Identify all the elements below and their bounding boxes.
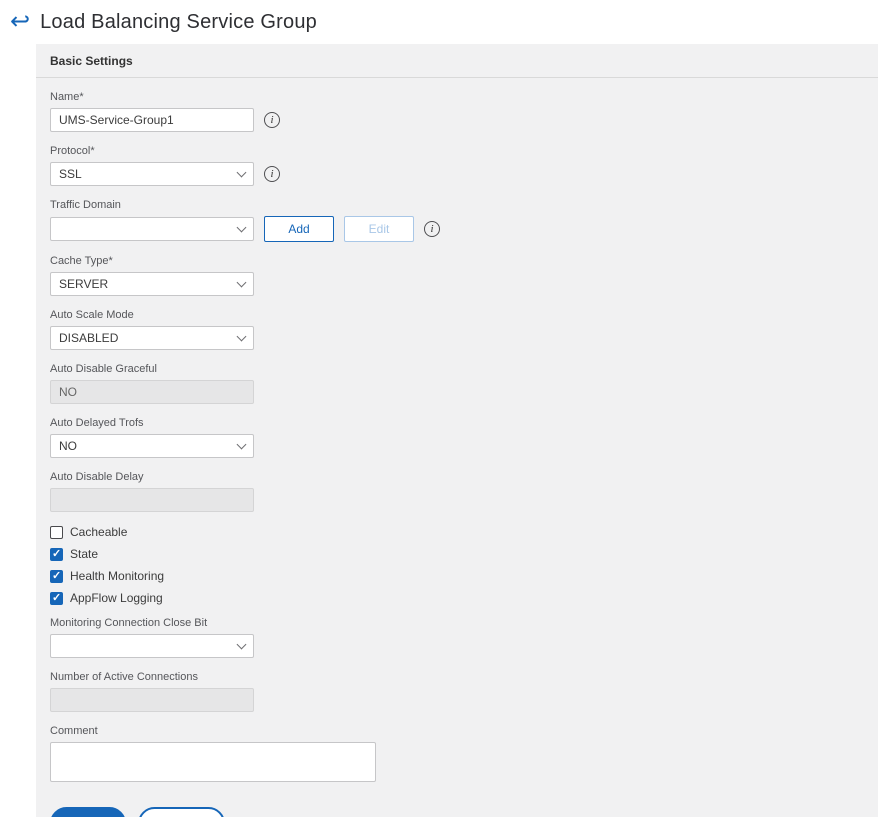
cache-type-selected-value: SERVER bbox=[59, 277, 109, 291]
field-protocol: Protocol* SSL i bbox=[50, 145, 864, 186]
cancel-button[interactable]: Cancel bbox=[138, 807, 226, 817]
appflow-logging-checkbox-label: AppFlow Logging bbox=[70, 591, 163, 605]
auto-delayed-trofs-label: Auto Delayed Trofs bbox=[50, 417, 144, 429]
chevron-down-icon bbox=[236, 639, 247, 649]
panel-header: Basic Settings bbox=[36, 44, 878, 78]
chevron-down-icon bbox=[236, 439, 247, 449]
cacheable-checkbox[interactable] bbox=[50, 525, 63, 539]
name-info-icon[interactable]: i bbox=[264, 112, 280, 128]
auto-scale-mode-selected-value: DISABLED bbox=[59, 331, 119, 345]
chevron-down-icon bbox=[236, 222, 247, 232]
panel-body: Name* i Protocol* SSL i Traffic Domain bbox=[36, 78, 878, 817]
field-name: Name* i bbox=[50, 91, 864, 132]
footer-actions: OK Cancel bbox=[50, 807, 864, 817]
protocol-select[interactable]: SSL bbox=[50, 162, 254, 186]
field-auto-delayed-trofs: Auto Delayed Trofs NO bbox=[50, 417, 864, 458]
traffic-domain-label: Traffic Domain bbox=[50, 199, 121, 211]
state-checkbox[interactable] bbox=[50, 547, 63, 561]
field-traffic-domain: Traffic Domain Add Edit i bbox=[50, 199, 864, 242]
state-checkbox-row[interactable]: State bbox=[50, 547, 864, 561]
monitoring-connection-close-bit-select[interactable] bbox=[50, 634, 254, 658]
auto-delayed-trofs-select[interactable]: NO bbox=[50, 434, 254, 458]
cacheable-checkbox-label: Cacheable bbox=[70, 525, 128, 539]
field-auto-scale-mode: Auto Scale Mode DISABLED bbox=[50, 309, 864, 350]
protocol-selected-value: SSL bbox=[59, 167, 82, 181]
auto-disable-graceful-label: Auto Disable Graceful bbox=[50, 363, 157, 375]
field-comment: Comment bbox=[50, 725, 864, 787]
ok-button[interactable]: OK bbox=[50, 807, 126, 817]
chevron-down-icon bbox=[236, 277, 247, 287]
monitoring-connection-close-bit-label: Monitoring Connection Close Bit bbox=[50, 617, 208, 629]
cacheable-checkbox-row[interactable]: Cacheable bbox=[50, 525, 864, 539]
auto-disable-graceful-input: NO bbox=[50, 380, 254, 404]
add-button[interactable]: Add bbox=[264, 216, 334, 242]
auto-disable-graceful-value: NO bbox=[59, 385, 77, 399]
appflow-logging-checkbox[interactable] bbox=[50, 591, 63, 605]
field-monitoring-connection-close-bit: Monitoring Connection Close Bit bbox=[50, 617, 864, 658]
number-of-active-connections-label: Number of Active Connections bbox=[50, 671, 198, 683]
traffic-domain-select[interactable] bbox=[50, 217, 254, 241]
state-checkbox-label: State bbox=[70, 547, 99, 561]
back-arrow-icon[interactable]: ↩ bbox=[10, 10, 30, 34]
name-input[interactable] bbox=[50, 108, 254, 132]
auto-disable-delay-label: Auto Disable Delay bbox=[50, 471, 144, 483]
field-number-of-active-connections: Number of Active Connections bbox=[50, 671, 864, 712]
chevron-down-icon bbox=[236, 167, 247, 177]
checkbox-group: Cacheable State Health Monitoring AppFlo… bbox=[50, 525, 864, 605]
basic-settings-panel: Basic Settings Name* i Protocol* SSL i T… bbox=[36, 44, 878, 817]
auto-scale-mode-select[interactable]: DISABLED bbox=[50, 326, 254, 350]
edit-button: Edit bbox=[344, 216, 414, 242]
cache-type-select[interactable]: SERVER bbox=[50, 272, 254, 296]
field-auto-disable-graceful: Auto Disable Graceful NO bbox=[50, 363, 864, 404]
page-header: ↩ Load Balancing Service Group bbox=[10, 10, 317, 34]
traffic-domain-info-icon[interactable]: i bbox=[424, 221, 440, 237]
protocol-info-icon[interactable]: i bbox=[264, 166, 280, 182]
protocol-label: Protocol* bbox=[50, 145, 95, 157]
auto-delayed-trofs-selected-value: NO bbox=[59, 439, 77, 453]
health-monitoring-checkbox-label: Health Monitoring bbox=[70, 569, 165, 583]
health-monitoring-checkbox-row[interactable]: Health Monitoring bbox=[50, 569, 864, 583]
number-of-active-connections-input bbox=[50, 688, 254, 712]
chevron-down-icon bbox=[236, 331, 247, 341]
field-cache-type: Cache Type* SERVER bbox=[50, 255, 864, 296]
appflow-logging-checkbox-row[interactable]: AppFlow Logging bbox=[50, 591, 864, 605]
health-monitoring-checkbox[interactable] bbox=[50, 569, 63, 583]
auto-scale-mode-label: Auto Scale Mode bbox=[50, 309, 134, 321]
auto-disable-delay-input bbox=[50, 488, 254, 512]
field-auto-disable-delay: Auto Disable Delay bbox=[50, 471, 864, 512]
comment-textarea[interactable] bbox=[50, 742, 376, 782]
page-title: Load Balancing Service Group bbox=[40, 10, 317, 33]
cache-type-label: Cache Type* bbox=[50, 255, 113, 267]
comment-label: Comment bbox=[50, 725, 98, 737]
name-label: Name* bbox=[50, 91, 84, 103]
